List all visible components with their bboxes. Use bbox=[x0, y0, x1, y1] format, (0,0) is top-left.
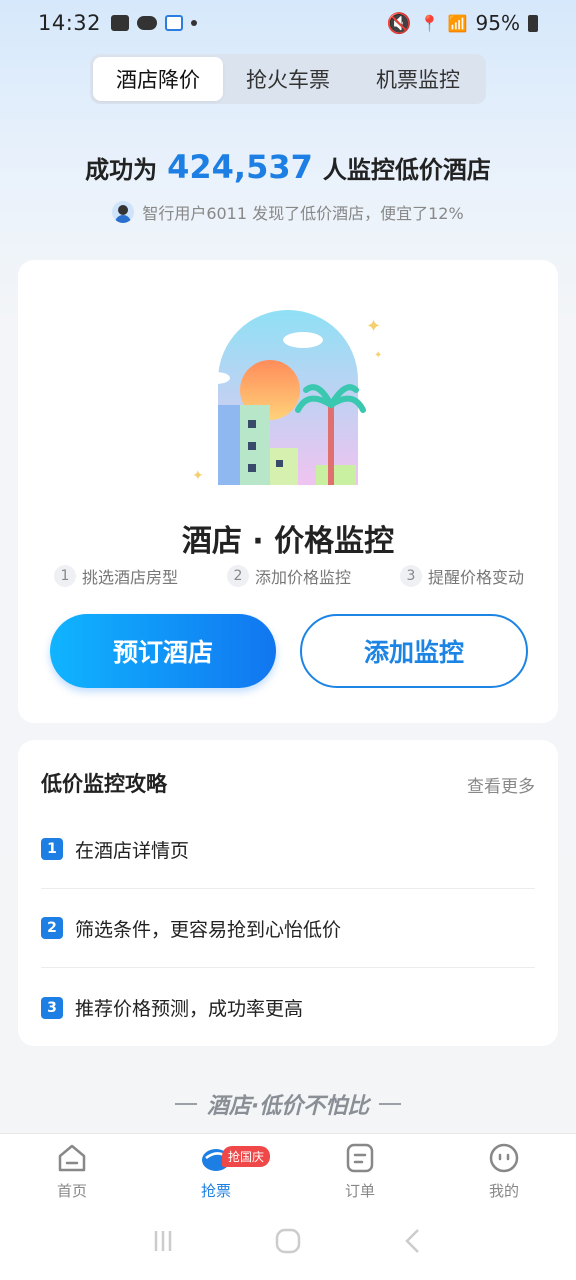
status-time: 14:32 bbox=[38, 11, 102, 35]
step-item: 3 提醒价格变动 bbox=[399, 564, 524, 588]
promo-badge: 抢国庆 bbox=[222, 1146, 271, 1167]
guide-title: 低价监控攻略 bbox=[41, 772, 167, 796]
headline: 成功为 424,537 人监控低价酒店 bbox=[0, 148, 576, 186]
back-icon[interactable] bbox=[398, 1226, 428, 1256]
guide-number: 2 bbox=[41, 917, 63, 939]
tab-flight-monitor[interactable]: 机票监控 bbox=[353, 57, 483, 101]
step-label: 挑选酒店房型 bbox=[82, 568, 179, 587]
nav-orders[interactable]: 订单 bbox=[320, 1142, 400, 1201]
step-number: 3 bbox=[399, 565, 422, 587]
nav-label: 抢票 bbox=[200, 1182, 231, 1200]
slogan-text: 酒店·低价不怕比 bbox=[206, 1094, 370, 1119]
gallery-icon bbox=[111, 15, 130, 31]
bottom-nav: 首页 抢票 抢国庆 订单 我的 bbox=[0, 1133, 576, 1280]
location-icon: 📍 bbox=[419, 13, 440, 33]
guide-item[interactable]: 1 在酒店详情页 bbox=[41, 810, 535, 889]
guide-item[interactable]: 2 筛选条件，更容易抢到心怡低价 bbox=[41, 889, 535, 968]
view-more-link[interactable]: 查看更多 bbox=[467, 772, 535, 797]
headline-prefix: 成功为 bbox=[85, 156, 158, 184]
add-monitor-button[interactable]: 添加监控 bbox=[300, 614, 528, 688]
step-label: 提醒价格变动 bbox=[427, 568, 524, 587]
guide-number: 1 bbox=[41, 838, 63, 860]
tab-train-tickets[interactable]: 抢火车票 bbox=[223, 57, 353, 101]
recent-apps-icon[interactable] bbox=[148, 1226, 178, 1256]
hotel-illustration: ✦ ✦ ✦ bbox=[192, 310, 382, 485]
nav-home[interactable]: 首页 bbox=[32, 1142, 112, 1201]
wifi-icon: 📶 bbox=[447, 13, 468, 33]
nav-label: 订单 bbox=[344, 1182, 375, 1200]
top-tabs: 酒店降价 抢火车票 机票监控 bbox=[90, 54, 486, 104]
status-bar: 14:32 🔇 📍 📶 95% bbox=[0, 0, 576, 46]
steps-row: 1 挑选酒店房型 2 添加价格监控 3 提醒价格变动 bbox=[54, 564, 524, 588]
step-label: 添加价格监控 bbox=[254, 568, 351, 587]
profile-face-icon bbox=[489, 1143, 519, 1173]
discovery-text: 智行用户6011 发现了低价酒店，便宜了12% bbox=[142, 204, 464, 223]
step-number: 1 bbox=[54, 565, 76, 587]
mute-icon: 🔇 bbox=[386, 11, 412, 35]
svg-text:✦: ✦ bbox=[374, 350, 382, 361]
guide-label: 在酒店详情页 bbox=[75, 839, 190, 862]
system-nav-bar bbox=[0, 1226, 576, 1256]
slogan-divider bbox=[379, 1103, 402, 1105]
battery-level: 95% bbox=[475, 11, 520, 35]
guide-item[interactable]: 3 推荐价格预测，成功率更高 bbox=[41, 968, 535, 1047]
slogan: 酒店·低价不怕比 bbox=[0, 1088, 576, 1120]
order-icon bbox=[346, 1143, 374, 1173]
card-title: 酒店 · 价格监控 bbox=[181, 524, 395, 559]
app-notification-icon bbox=[165, 15, 184, 31]
headline-suffix: 人监控低价酒店 bbox=[322, 156, 491, 184]
nav-profile[interactable]: 我的 bbox=[464, 1142, 544, 1201]
cloud-icon bbox=[137, 16, 158, 30]
monitor-count: 424,537 bbox=[167, 148, 313, 186]
more-notifications-icon bbox=[191, 20, 198, 26]
nav-label: 首页 bbox=[56, 1182, 87, 1200]
nav-label: 我的 bbox=[488, 1182, 519, 1200]
home-icon bbox=[58, 1144, 86, 1172]
svg-text:✦: ✦ bbox=[366, 316, 381, 337]
user-discovery-line: 智行用户6011 发现了低价酒店，便宜了12% bbox=[0, 200, 576, 224]
step-item: 1 挑选酒店房型 bbox=[54, 564, 178, 588]
low-price-guide-card: 低价监控攻略 查看更多 1 在酒店详情页 2 筛选条件，更容易抢到心怡低价 3 … bbox=[18, 740, 558, 1046]
nav-tickets[interactable]: 抢票 抢国庆 bbox=[176, 1142, 271, 1201]
slogan-divider bbox=[174, 1103, 197, 1105]
user-avatar-icon bbox=[112, 201, 135, 223]
book-hotel-button[interactable]: 预订酒店 bbox=[50, 614, 276, 688]
hotel-price-monitor-card: ✦ ✦ ✦ 酒店 · 价格监控 1 挑选酒店房型 2 添加价格监控 3 提醒价格… bbox=[18, 260, 558, 723]
home-button-icon[interactable] bbox=[273, 1226, 303, 1256]
battery-icon bbox=[528, 14, 538, 32]
guide-label: 推荐价格预测，成功率更高 bbox=[75, 998, 304, 1020]
step-item: 2 添加价格监控 bbox=[226, 564, 351, 588]
guide-label: 筛选条件，更容易抢到心怡低价 bbox=[75, 918, 342, 941]
svg-text:✦: ✦ bbox=[192, 468, 204, 484]
guide-number: 3 bbox=[41, 996, 63, 1019]
step-number: 2 bbox=[226, 565, 249, 587]
tab-hotel-price-drop[interactable]: 酒店降价 bbox=[93, 57, 223, 101]
